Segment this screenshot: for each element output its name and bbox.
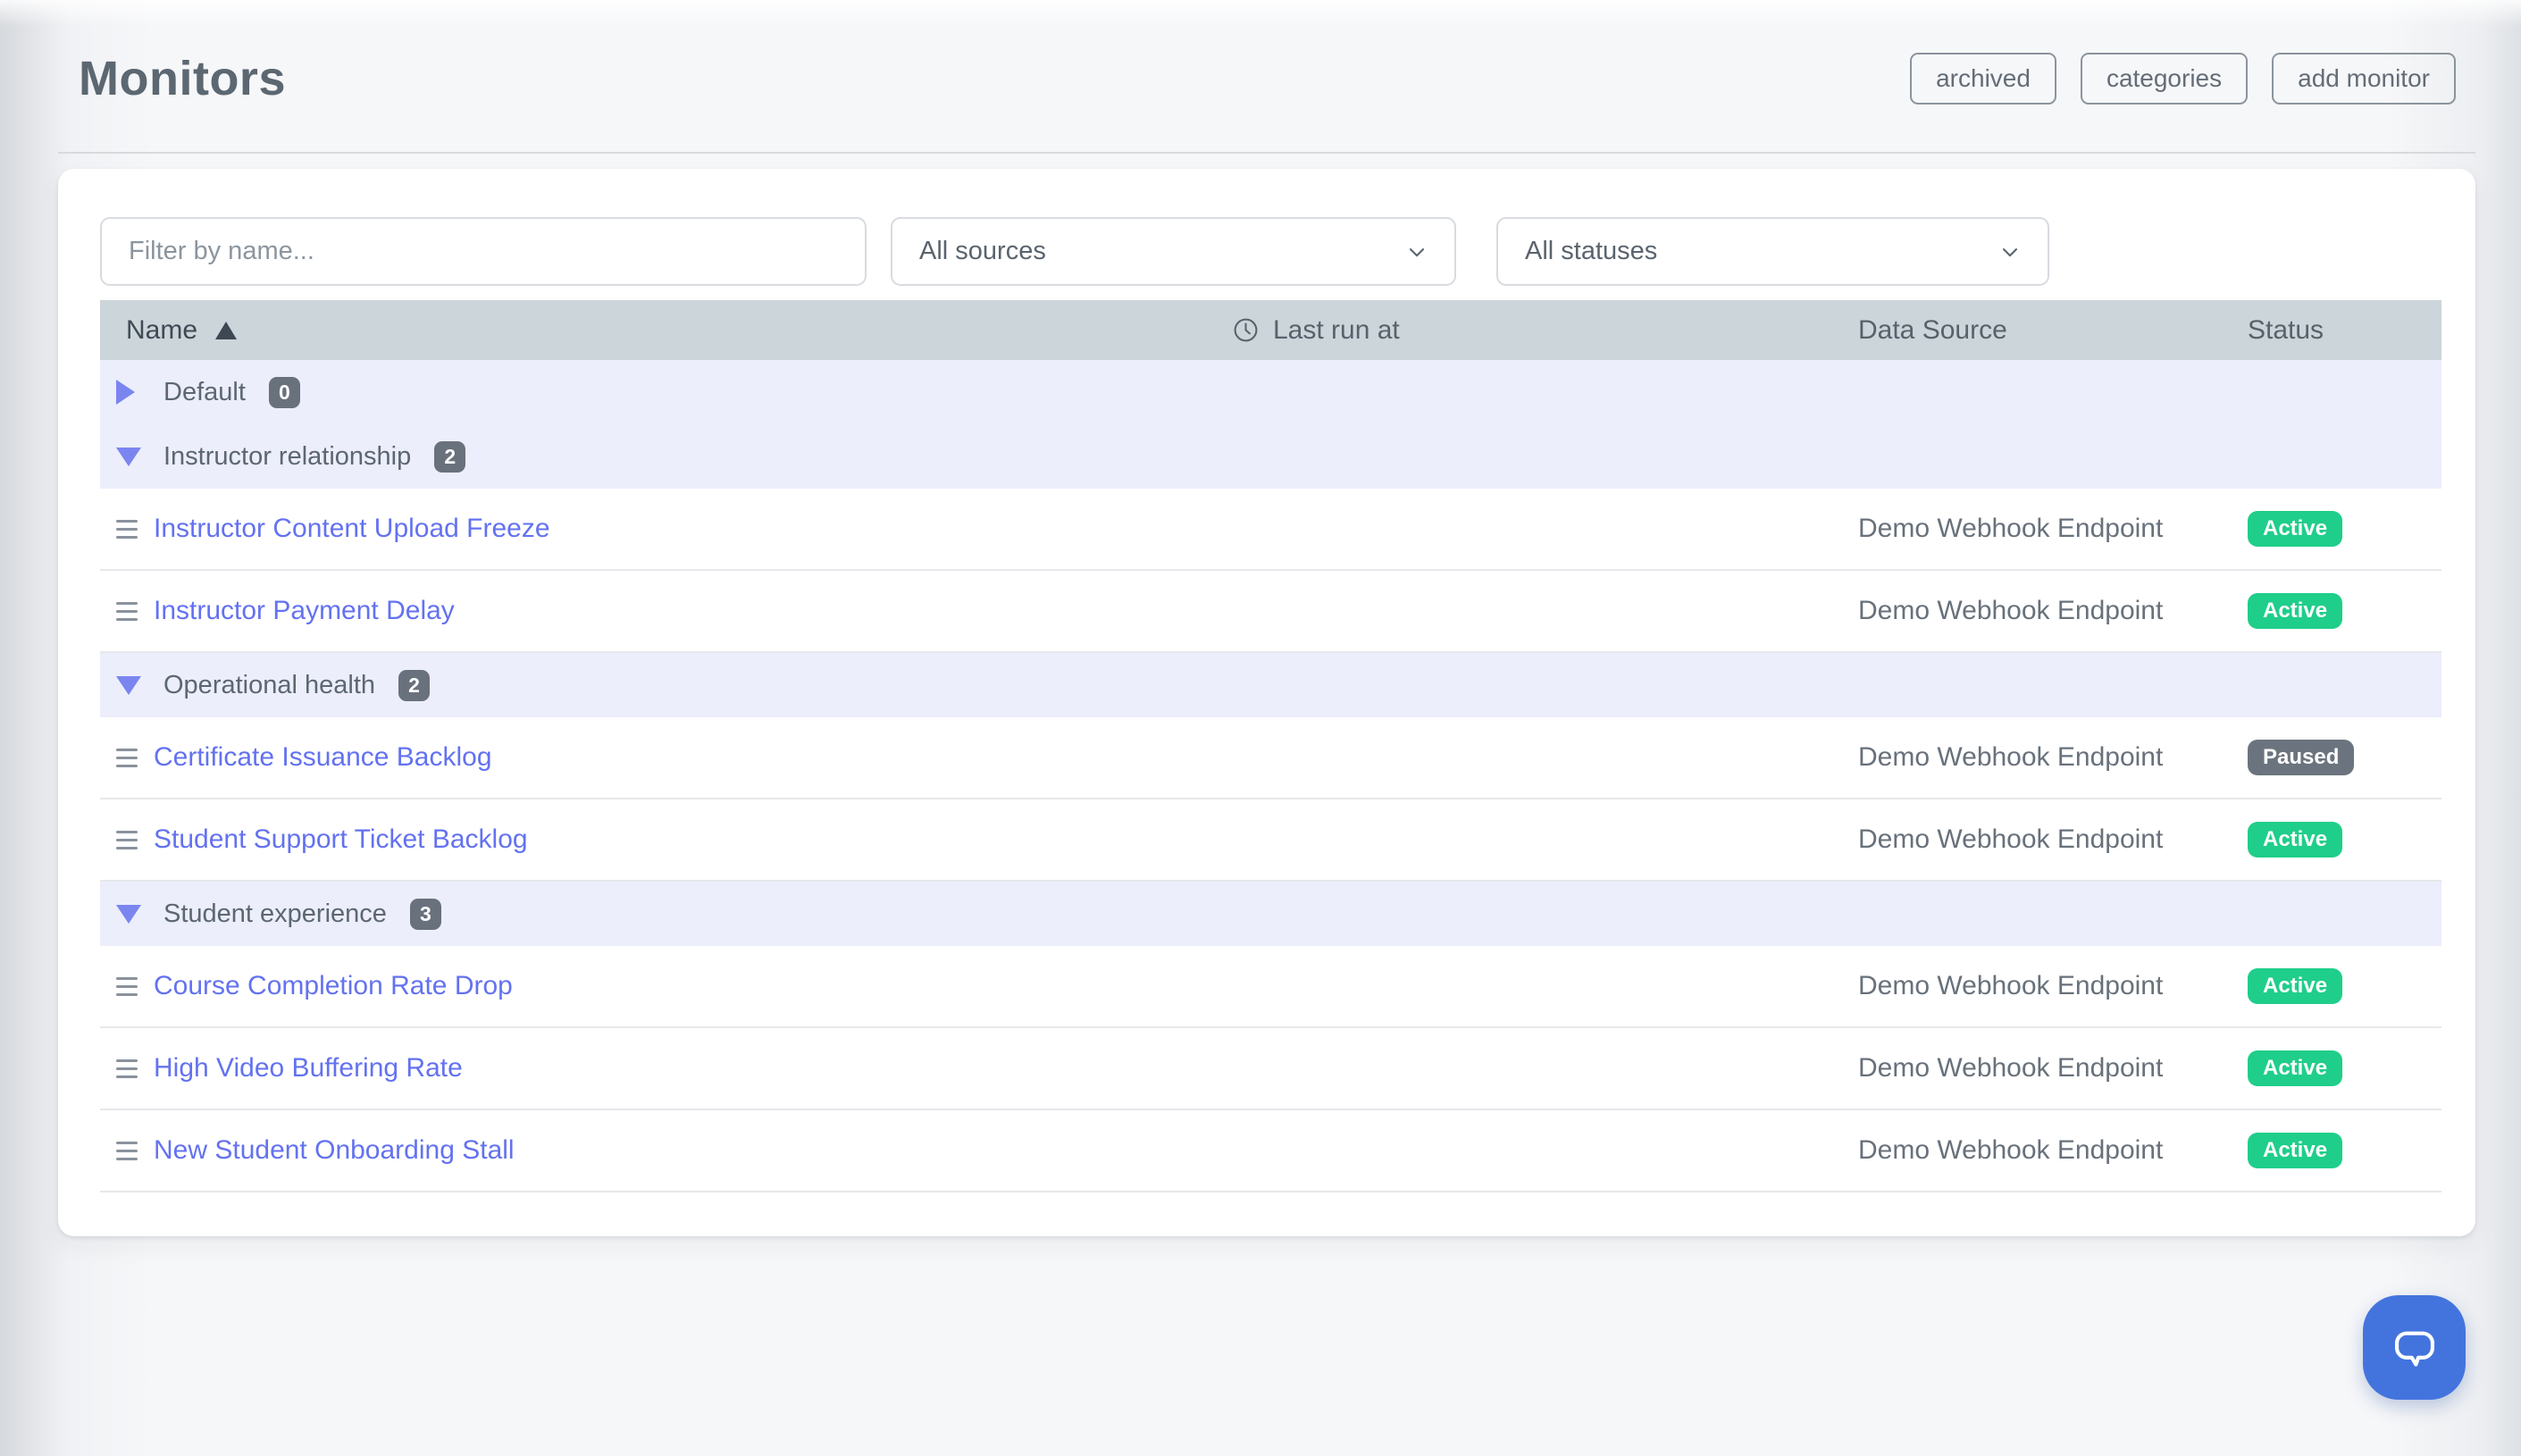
drag-handle-icon[interactable]: [116, 831, 138, 849]
clock-icon: [1232, 316, 1260, 344]
filter-name-input[interactable]: [100, 217, 867, 286]
main-content: Monitors archived categories add monitor…: [58, 0, 2475, 1236]
page-title: Monitors: [79, 51, 286, 106]
drag-handle-icon[interactable]: [116, 602, 138, 621]
sources-select[interactable]: All sources: [891, 217, 1456, 286]
statuses-select[interactable]: All statuses: [1496, 217, 2049, 286]
monitor-name-link[interactable]: Instructor Content Upload Freeze: [154, 514, 550, 544]
monitor-row: Certificate Issuance Backlog Demo Webhoo…: [100, 717, 2441, 799]
monitor-name-cell: Course Completion Rate Drop: [100, 971, 1232, 1001]
data-source-cell: Demo Webhook Endpoint: [1858, 1135, 2248, 1166]
monitor-name-link[interactable]: Certificate Issuance Backlog: [154, 742, 492, 773]
drag-handle-icon[interactable]: [116, 977, 138, 996]
drag-handle-icon[interactable]: [116, 1059, 138, 1078]
table-header-row: Name Last run at Data Source Status: [100, 300, 2441, 360]
page-header: Monitors archived categories add monitor: [58, 0, 2475, 152]
status-cell: Active: [2248, 593, 2441, 629]
collapse-group-icon[interactable]: [116, 448, 141, 466]
drag-handle-icon[interactable]: [116, 1142, 138, 1160]
monitor-row: High Video Buffering Rate Demo Webhook E…: [100, 1028, 2441, 1110]
statuses-select-value: All statuses: [1525, 237, 1657, 266]
sort-ascending-icon: [215, 322, 237, 339]
chat-button[interactable]: [2363, 1295, 2466, 1400]
status-badge: Active: [2248, 968, 2342, 1004]
status-cell: Active: [2248, 968, 2441, 1004]
status-cell: Active: [2248, 1050, 2441, 1086]
sources-select-value: All sources: [919, 237, 1046, 266]
chevron-down-icon: [1404, 239, 1429, 264]
group-count-badge: 3: [410, 899, 441, 930]
data-source-cell: Demo Webhook Endpoint: [1858, 971, 2248, 1001]
group-label: Operational health: [163, 671, 375, 700]
data-source-cell: Demo Webhook Endpoint: [1858, 514, 2248, 544]
expand-group-icon[interactable]: [116, 380, 135, 405]
monitor-row: Student Support Ticket Backlog Demo Webh…: [100, 799, 2441, 882]
header-divider: [58, 152, 2475, 154]
monitor-row: Instructor Content Upload Freeze Demo We…: [100, 489, 2441, 571]
monitor-name-link[interactable]: New Student Onboarding Stall: [154, 1135, 515, 1166]
archived-button[interactable]: archived: [1910, 53, 2056, 105]
status-cell: Paused: [2248, 740, 2441, 775]
monitor-name-cell: Student Support Ticket Backlog: [100, 824, 1232, 855]
status-badge: Active: [2248, 511, 2342, 547]
group-name-cell: Default 0: [100, 377, 1232, 408]
data-source-cell: Demo Webhook Endpoint: [1858, 824, 2248, 855]
monitor-name-link[interactable]: Course Completion Rate Drop: [154, 971, 513, 1001]
chevron-down-icon: [1998, 239, 2023, 264]
monitors-card: All sources All statuses Name Last run a…: [58, 169, 2475, 1236]
drag-handle-icon[interactable]: [116, 749, 138, 767]
data-source-cell: Demo Webhook Endpoint: [1858, 1053, 2248, 1084]
monitor-name-cell: Certificate Issuance Backlog: [100, 742, 1232, 773]
status-badge: Active: [2248, 593, 2342, 629]
monitor-row: New Student Onboarding Stall Demo Webhoo…: [100, 1110, 2441, 1192]
column-header-status[interactable]: Status: [2248, 315, 2441, 346]
column-header-name[interactable]: Name: [100, 315, 1232, 346]
collapse-group-icon[interactable]: [116, 676, 141, 695]
group-row[interactable]: Instructor relationship 2: [100, 424, 2441, 489]
data-source-cell: Demo Webhook Endpoint: [1858, 742, 2248, 773]
monitor-name-link[interactable]: Instructor Payment Delay: [154, 596, 455, 626]
monitor-name-cell: Instructor Content Upload Freeze: [100, 514, 1232, 544]
group-count-badge: 0: [269, 377, 300, 408]
monitor-name-link[interactable]: High Video Buffering Rate: [154, 1053, 463, 1084]
monitors-table: Name Last run at Data Source Status Defa…: [100, 300, 2441, 1192]
monitor-name-link[interactable]: Student Support Ticket Backlog: [154, 824, 528, 855]
group-name-cell: Instructor relationship 2: [100, 441, 1232, 473]
group-count-badge: 2: [434, 441, 465, 473]
group-row[interactable]: Default 0: [100, 360, 2441, 424]
monitor-row: Instructor Payment Delay Demo Webhook En…: [100, 571, 2441, 653]
monitor-row: Course Completion Rate Drop Demo Webhook…: [100, 946, 2441, 1028]
chat-bubble-icon: [2389, 1322, 2441, 1374]
monitor-table-body: Default 0 Instructor relationship 2 Inst…: [100, 360, 2441, 1192]
group-row[interactable]: Operational health 2: [100, 653, 2441, 717]
group-name-cell: Student experience 3: [100, 899, 1232, 930]
status-badge: Paused: [2248, 740, 2354, 775]
header-actions: archived categories add monitor: [1910, 53, 2456, 105]
categories-button[interactable]: categories: [2081, 53, 2248, 105]
column-header-name-label: Name: [126, 315, 197, 346]
monitor-name-cell: Instructor Payment Delay: [100, 596, 1232, 626]
status-badge: Active: [2248, 822, 2342, 858]
group-name-cell: Operational health 2: [100, 670, 1232, 701]
group-count-badge: 2: [398, 670, 430, 701]
group-label: Student experience: [163, 900, 387, 929]
column-header-last-run-label: Last run at: [1273, 315, 1400, 346]
status-badge: Active: [2248, 1133, 2342, 1168]
monitor-name-cell: New Student Onboarding Stall: [100, 1135, 1232, 1166]
status-cell: Active: [2248, 822, 2441, 858]
add-monitor-button[interactable]: add monitor: [2272, 53, 2456, 105]
group-label: Default: [163, 378, 246, 407]
drag-handle-icon[interactable]: [116, 520, 138, 539]
status-cell: Active: [2248, 511, 2441, 547]
column-header-last-run[interactable]: Last run at: [1232, 315, 1858, 346]
monitor-name-cell: High Video Buffering Rate: [100, 1053, 1232, 1084]
filters-bar: All sources All statuses: [100, 217, 2441, 286]
data-source-cell: Demo Webhook Endpoint: [1858, 596, 2248, 626]
collapse-group-icon[interactable]: [116, 905, 141, 924]
status-cell: Active: [2248, 1133, 2441, 1168]
column-header-data-source[interactable]: Data Source: [1858, 315, 2248, 346]
group-row[interactable]: Student experience 3: [100, 882, 2441, 946]
status-badge: Active: [2248, 1050, 2342, 1086]
group-label: Instructor relationship: [163, 442, 411, 472]
